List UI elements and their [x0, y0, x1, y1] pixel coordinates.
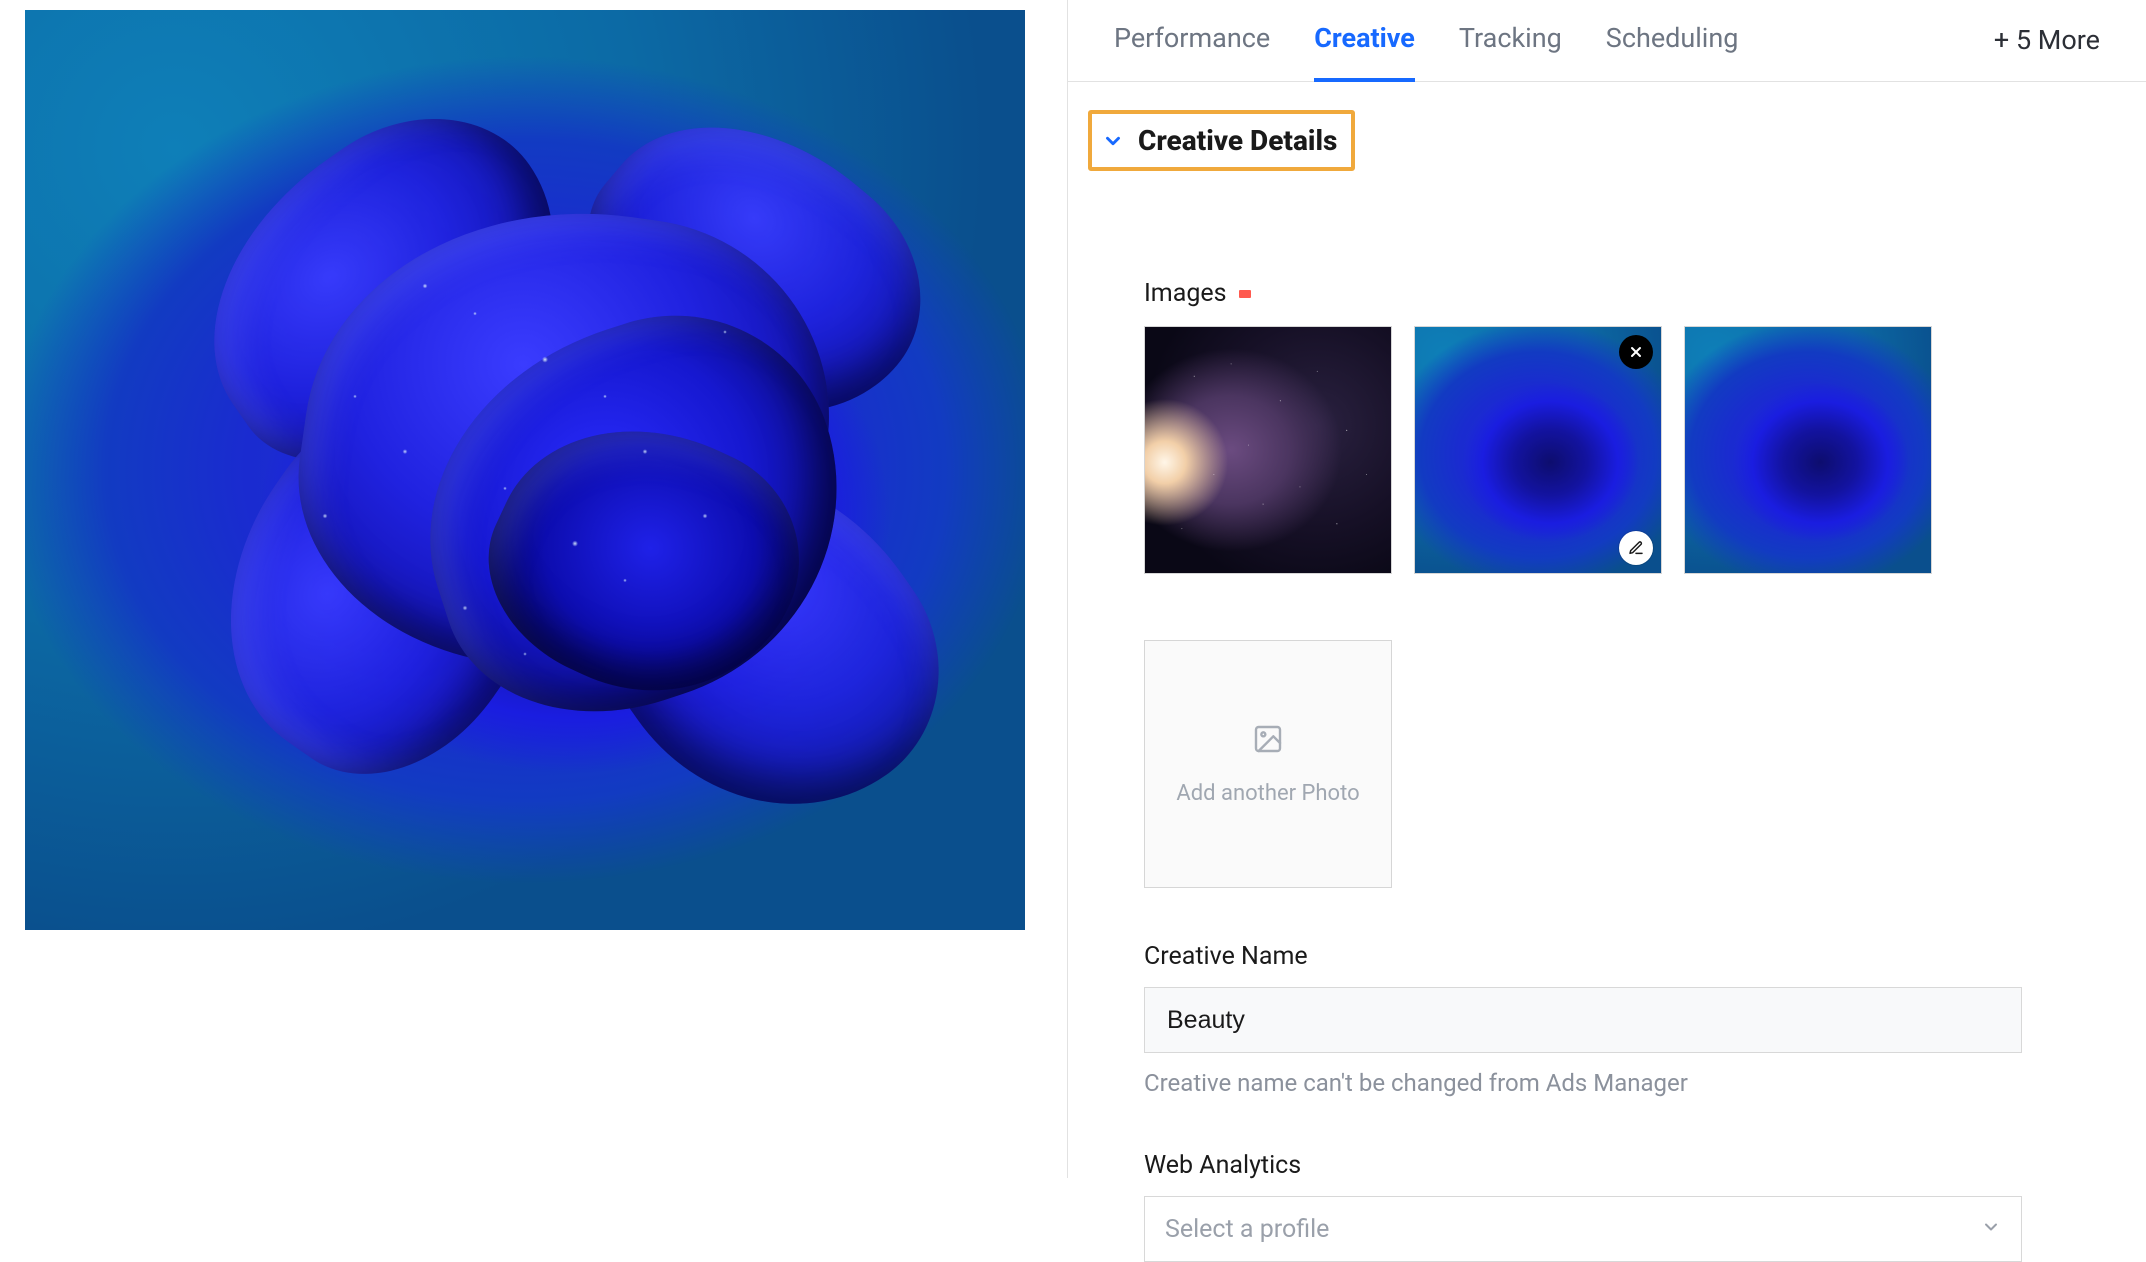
- tab-tracking[interactable]: Tracking: [1459, 22, 1562, 82]
- images-label: Images: [1144, 279, 1227, 308]
- creative-name-hint: Creative name can't be changed from Ads …: [1144, 1069, 2100, 1097]
- web-analytics-select[interactable]: Select a profile: [1144, 1196, 2022, 1262]
- web-analytics-label: Web Analytics: [1144, 1151, 2100, 1180]
- web-analytics-placeholder: Select a profile: [1165, 1215, 1329, 1244]
- creative-details-accordion[interactable]: Creative Details: [1088, 110, 1355, 171]
- image-icon: [1252, 723, 1284, 759]
- creative-name-label: Creative Name: [1144, 942, 2100, 971]
- accordion-title: Creative Details: [1138, 124, 1337, 157]
- tab-performance[interactable]: Performance: [1114, 22, 1270, 82]
- image-thumbnail[interactable]: [1144, 326, 1392, 574]
- tabs-more[interactable]: + 5 More: [1994, 24, 2100, 80]
- edit-image-button[interactable]: [1619, 531, 1653, 565]
- add-photo-tile[interactable]: Add another Photo: [1144, 640, 1392, 888]
- add-photo-label: Add another Photo: [1176, 781, 1359, 806]
- nebula-image: [1145, 327, 1391, 573]
- creative-preview: [25, 10, 1025, 930]
- blue-rose-image: [1685, 327, 1931, 573]
- image-thumbnail[interactable]: [1414, 326, 1662, 574]
- tab-scheduling[interactable]: Scheduling: [1606, 22, 1739, 82]
- image-thumbnail[interactable]: [1684, 326, 1932, 574]
- tab-creative[interactable]: Creative: [1314, 22, 1415, 82]
- close-icon: [1628, 344, 1644, 360]
- chevron-down-icon: [1981, 1217, 2001, 1241]
- creative-name-input[interactable]: [1144, 987, 2022, 1053]
- pencil-icon: [1628, 540, 1644, 556]
- chevron-down-icon: [1102, 130, 1124, 152]
- remove-image-button[interactable]: [1619, 335, 1653, 369]
- required-indicator-icon: [1239, 290, 1251, 298]
